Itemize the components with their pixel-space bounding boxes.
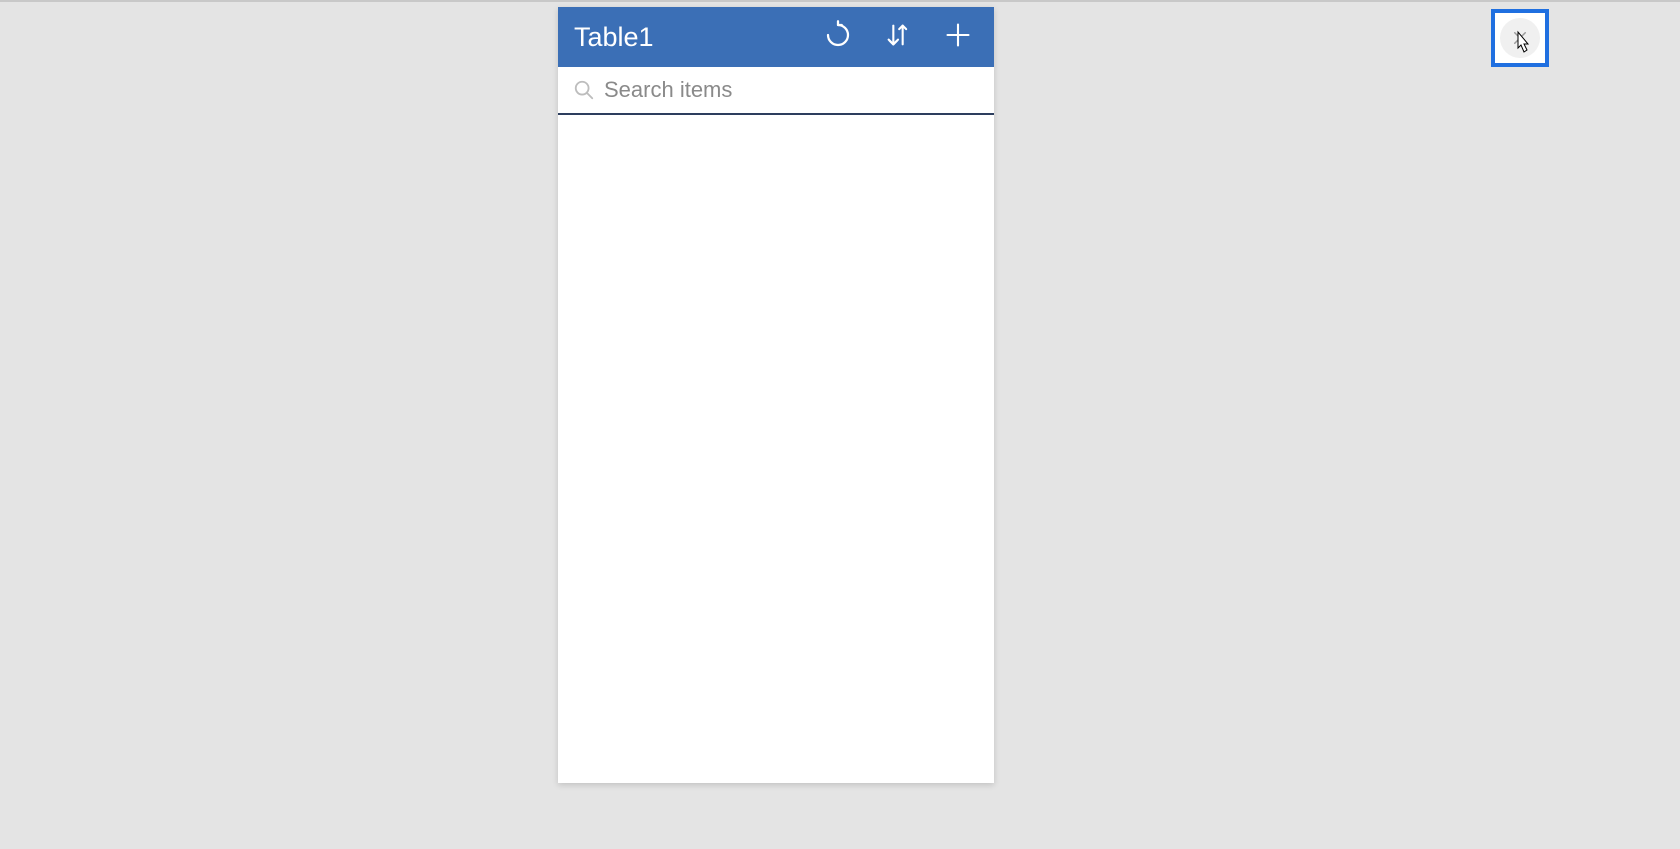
search-icon <box>570 76 598 104</box>
app-title: Table1 <box>574 22 822 53</box>
sort-button[interactable] <box>882 21 914 53</box>
search-bar <box>558 67 994 115</box>
app-preview-frame: Table1 <box>558 7 994 783</box>
plus-icon <box>944 21 972 54</box>
items-list <box>558 115 994 783</box>
search-input[interactable] <box>604 77 982 103</box>
refresh-button[interactable] <box>822 21 854 53</box>
close-preview-button[interactable] <box>1491 9 1549 67</box>
add-button[interactable] <box>942 21 974 53</box>
app-header: Table1 <box>558 7 994 67</box>
refresh-icon <box>823 20 853 55</box>
sort-icon <box>884 21 912 54</box>
close-icon <box>1500 18 1540 58</box>
header-actions <box>822 21 980 53</box>
